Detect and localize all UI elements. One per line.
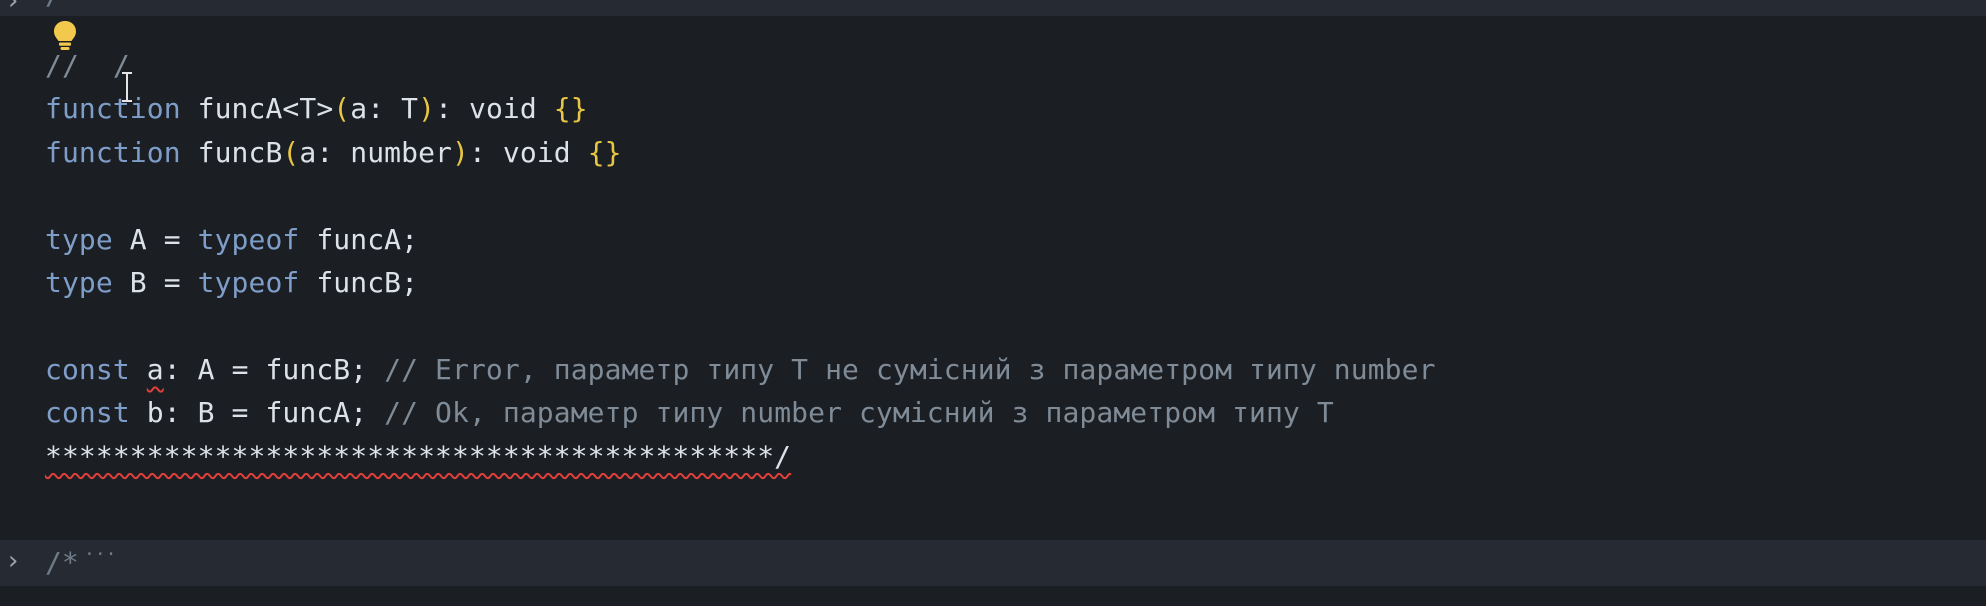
code-token: // Error, параметр типу T не сумісний з … — [384, 352, 1436, 386]
folded-region-top[interactable]: › /* — [0, 0, 1986, 16]
text-cursor-icon — [122, 72, 132, 102]
code-line[interactable]: type B = typeof funcB; — [45, 262, 418, 304]
code-token: typeof — [197, 266, 300, 299]
code-token: const — [45, 352, 130, 386]
code-line[interactable]: type A = typeof funcA; — [45, 219, 418, 261]
code-token: : void — [468, 135, 588, 169]
code-line[interactable]: const a: A = funcB; // Error, параметр т… — [45, 349, 1436, 391]
code-token: ) — [418, 92, 436, 126]
code-line[interactable]: ****************************************… — [45, 436, 791, 478]
code-token: B = — [112, 266, 198, 299]
code-token: b: B = funcA; — [129, 396, 385, 430]
code-token: const — [45, 396, 130, 430]
code-token: type — [45, 222, 113, 256]
code-line[interactable]: const b: B = funcA; // Ok, параметр типу… — [45, 392, 1334, 434]
folded-region-top-text: /* — [45, 0, 79, 11]
code-token: a: number — [299, 135, 453, 169]
chevron-right-icon[interactable]: › — [8, 0, 18, 14]
code-token: A = — [112, 222, 198, 256]
error-token: ****************************************… — [45, 439, 792, 473]
folded-region-bottom[interactable]: › /* ··· — [0, 540, 1986, 586]
code-token: ) — [452, 135, 469, 169]
code-token: ( — [333, 92, 351, 126]
code-token: : void — [435, 92, 554, 126]
code-token: funcB — [180, 135, 283, 169]
chevron-right-icon[interactable]: › — [8, 548, 18, 574]
code-token: {} — [553, 92, 588, 126]
code-token: // Ok, параметр типу number сумісний з п… — [384, 396, 1334, 430]
code-token: function — [45, 92, 181, 126]
code-token: function — [45, 135, 181, 169]
code-line[interactable]: function funcB(a: number): void {} — [45, 132, 622, 174]
code-token: // / — [45, 49, 130, 82]
code-token: funcA; — [299, 222, 419, 256]
code-token: funcA<T> — [180, 92, 334, 126]
code-token: typeof — [197, 222, 300, 256]
code-token: {} — [587, 135, 622, 169]
folded-region-bottom-text: /* — [45, 546, 79, 579]
folded-ellipsis[interactable]: ··· — [84, 544, 117, 565]
code-token: : A = funcB; — [163, 352, 385, 386]
code-token: a: T — [350, 92, 419, 126]
code-editor[interactable]: › /* // /function funcA<T>(a: T): void {… — [0, 0, 1986, 606]
code-token: ( — [282, 135, 300, 169]
error-token: a — [146, 352, 164, 386]
code-token: type — [45, 266, 113, 299]
code-line[interactable]: // / — [45, 45, 130, 87]
code-token: funcB; — [299, 266, 419, 299]
